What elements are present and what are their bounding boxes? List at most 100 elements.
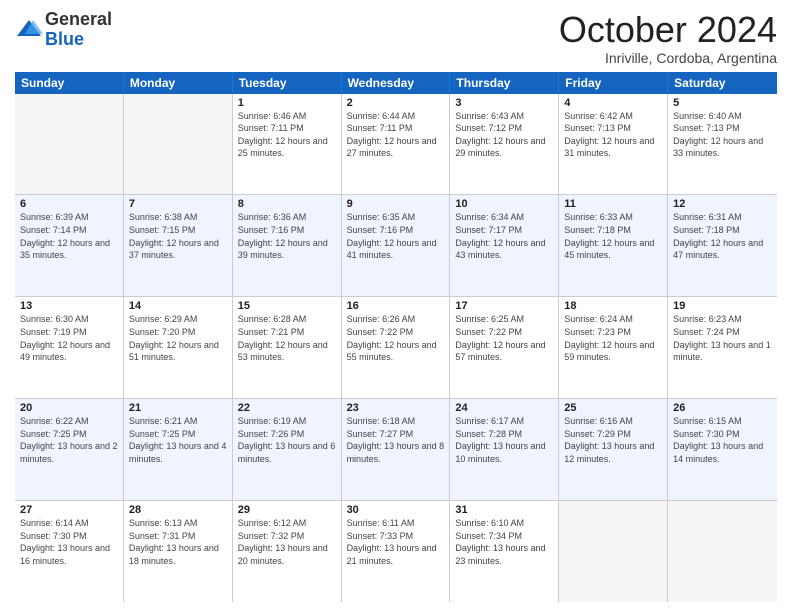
logo-blue: Blue	[45, 30, 112, 50]
calendar-cell: 21Sunrise: 6:21 AM Sunset: 7:25 PM Dayli…	[124, 399, 233, 500]
calendar-cell: 23Sunrise: 6:18 AM Sunset: 7:27 PM Dayli…	[342, 399, 451, 500]
calendar-cell: 16Sunrise: 6:26 AM Sunset: 7:22 PM Dayli…	[342, 297, 451, 398]
calendar-cell	[15, 94, 124, 195]
day-number: 8	[238, 198, 336, 210]
day-number: 18	[564, 300, 662, 312]
calendar-cell: 7Sunrise: 6:38 AM Sunset: 7:15 PM Daylig…	[124, 195, 233, 296]
day-number: 31	[455, 504, 553, 516]
calendar-cell: 22Sunrise: 6:19 AM Sunset: 7:26 PM Dayli…	[233, 399, 342, 500]
calendar-cell: 30Sunrise: 6:11 AM Sunset: 7:33 PM Dayli…	[342, 501, 451, 602]
day-info: Sunrise: 6:26 AM Sunset: 7:22 PM Dayligh…	[347, 313, 445, 363]
calendar-cell	[559, 501, 668, 602]
logo: General Blue	[15, 10, 112, 50]
calendar-cell: 13Sunrise: 6:30 AM Sunset: 7:19 PM Dayli…	[15, 297, 124, 398]
day-info: Sunrise: 6:13 AM Sunset: 7:31 PM Dayligh…	[129, 517, 227, 567]
day-number: 10	[455, 198, 553, 210]
weekday-header: Tuesday	[233, 72, 342, 94]
day-number: 15	[238, 300, 336, 312]
day-number: 13	[20, 300, 118, 312]
logo-general: General	[45, 10, 112, 30]
day-info: Sunrise: 6:43 AM Sunset: 7:12 PM Dayligh…	[455, 110, 553, 160]
day-number: 9	[347, 198, 445, 210]
calendar-week-row: 13Sunrise: 6:30 AM Sunset: 7:19 PM Dayli…	[15, 297, 777, 399]
day-number: 25	[564, 402, 662, 414]
day-number: 17	[455, 300, 553, 312]
calendar-cell: 1Sunrise: 6:46 AM Sunset: 7:11 PM Daylig…	[233, 94, 342, 195]
calendar-cell: 18Sunrise: 6:24 AM Sunset: 7:23 PM Dayli…	[559, 297, 668, 398]
calendar-cell: 17Sunrise: 6:25 AM Sunset: 7:22 PM Dayli…	[450, 297, 559, 398]
day-number: 1	[238, 97, 336, 109]
calendar-cell: 14Sunrise: 6:29 AM Sunset: 7:20 PM Dayli…	[124, 297, 233, 398]
day-number: 20	[20, 402, 118, 414]
calendar-week-row: 6Sunrise: 6:39 AM Sunset: 7:14 PM Daylig…	[15, 195, 777, 297]
day-info: Sunrise: 6:17 AM Sunset: 7:28 PM Dayligh…	[455, 415, 553, 465]
calendar-cell: 12Sunrise: 6:31 AM Sunset: 7:18 PM Dayli…	[668, 195, 777, 296]
day-number: 16	[347, 300, 445, 312]
weekday-header: Wednesday	[342, 72, 451, 94]
weekday-header: Thursday	[450, 72, 559, 94]
day-info: Sunrise: 6:36 AM Sunset: 7:16 PM Dayligh…	[238, 211, 336, 261]
day-number: 30	[347, 504, 445, 516]
day-number: 21	[129, 402, 227, 414]
day-number: 22	[238, 402, 336, 414]
day-number: 27	[20, 504, 118, 516]
day-info: Sunrise: 6:10 AM Sunset: 7:34 PM Dayligh…	[455, 517, 553, 567]
calendar-cell: 28Sunrise: 6:13 AM Sunset: 7:31 PM Dayli…	[124, 501, 233, 602]
calendar-cell: 5Sunrise: 6:40 AM Sunset: 7:13 PM Daylig…	[668, 94, 777, 195]
day-number: 24	[455, 402, 553, 414]
header: General Blue October 2024 Inriville, Cor…	[15, 10, 777, 66]
day-info: Sunrise: 6:44 AM Sunset: 7:11 PM Dayligh…	[347, 110, 445, 160]
day-number: 4	[564, 97, 662, 109]
day-number: 2	[347, 97, 445, 109]
weekday-header: Friday	[559, 72, 668, 94]
weekday-header: Monday	[124, 72, 233, 94]
day-info: Sunrise: 6:12 AM Sunset: 7:32 PM Dayligh…	[238, 517, 336, 567]
calendar-cell: 20Sunrise: 6:22 AM Sunset: 7:25 PM Dayli…	[15, 399, 124, 500]
day-number: 29	[238, 504, 336, 516]
day-number: 11	[564, 198, 662, 210]
day-number: 19	[673, 300, 772, 312]
calendar-cell: 31Sunrise: 6:10 AM Sunset: 7:34 PM Dayli…	[450, 501, 559, 602]
page: General Blue October 2024 Inriville, Cor…	[0, 0, 792, 612]
day-number: 3	[455, 97, 553, 109]
day-info: Sunrise: 6:21 AM Sunset: 7:25 PM Dayligh…	[129, 415, 227, 465]
calendar-cell: 19Sunrise: 6:23 AM Sunset: 7:24 PM Dayli…	[668, 297, 777, 398]
weekday-header: Saturday	[668, 72, 777, 94]
calendar: SundayMondayTuesdayWednesdayThursdayFrid…	[15, 72, 777, 602]
day-number: 12	[673, 198, 772, 210]
calendar-cell: 15Sunrise: 6:28 AM Sunset: 7:21 PM Dayli…	[233, 297, 342, 398]
day-info: Sunrise: 6:23 AM Sunset: 7:24 PM Dayligh…	[673, 313, 772, 363]
day-info: Sunrise: 6:15 AM Sunset: 7:30 PM Dayligh…	[673, 415, 772, 465]
day-info: Sunrise: 6:35 AM Sunset: 7:16 PM Dayligh…	[347, 211, 445, 261]
day-number: 6	[20, 198, 118, 210]
calendar-cell: 8Sunrise: 6:36 AM Sunset: 7:16 PM Daylig…	[233, 195, 342, 296]
calendar-week-row: 1Sunrise: 6:46 AM Sunset: 7:11 PM Daylig…	[15, 94, 777, 196]
day-info: Sunrise: 6:16 AM Sunset: 7:29 PM Dayligh…	[564, 415, 662, 465]
calendar-cell	[668, 501, 777, 602]
day-info: Sunrise: 6:19 AM Sunset: 7:26 PM Dayligh…	[238, 415, 336, 465]
weekday-header: Sunday	[15, 72, 124, 94]
day-info: Sunrise: 6:24 AM Sunset: 7:23 PM Dayligh…	[564, 313, 662, 363]
day-info: Sunrise: 6:33 AM Sunset: 7:18 PM Dayligh…	[564, 211, 662, 261]
calendar-week-row: 27Sunrise: 6:14 AM Sunset: 7:30 PM Dayli…	[15, 501, 777, 602]
day-info: Sunrise: 6:31 AM Sunset: 7:18 PM Dayligh…	[673, 211, 772, 261]
calendar-body: 1Sunrise: 6:46 AM Sunset: 7:11 PM Daylig…	[15, 94, 777, 602]
logo-text: General Blue	[45, 10, 112, 50]
day-info: Sunrise: 6:46 AM Sunset: 7:11 PM Dayligh…	[238, 110, 336, 160]
day-info: Sunrise: 6:29 AM Sunset: 7:20 PM Dayligh…	[129, 313, 227, 363]
calendar-cell: 26Sunrise: 6:15 AM Sunset: 7:30 PM Dayli…	[668, 399, 777, 500]
day-number: 7	[129, 198, 227, 210]
calendar-week-row: 20Sunrise: 6:22 AM Sunset: 7:25 PM Dayli…	[15, 399, 777, 501]
calendar-cell: 4Sunrise: 6:42 AM Sunset: 7:13 PM Daylig…	[559, 94, 668, 195]
day-info: Sunrise: 6:30 AM Sunset: 7:19 PM Dayligh…	[20, 313, 118, 363]
calendar-cell: 27Sunrise: 6:14 AM Sunset: 7:30 PM Dayli…	[15, 501, 124, 602]
day-number: 5	[673, 97, 772, 109]
day-number: 28	[129, 504, 227, 516]
calendar-cell: 3Sunrise: 6:43 AM Sunset: 7:12 PM Daylig…	[450, 94, 559, 195]
day-info: Sunrise: 6:14 AM Sunset: 7:30 PM Dayligh…	[20, 517, 118, 567]
day-number: 14	[129, 300, 227, 312]
day-info: Sunrise: 6:42 AM Sunset: 7:13 PM Dayligh…	[564, 110, 662, 160]
day-info: Sunrise: 6:39 AM Sunset: 7:14 PM Dayligh…	[20, 211, 118, 261]
day-info: Sunrise: 6:11 AM Sunset: 7:33 PM Dayligh…	[347, 517, 445, 567]
calendar-cell	[124, 94, 233, 195]
